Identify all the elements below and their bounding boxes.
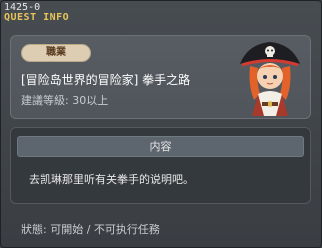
content-header: 内容 [17, 136, 304, 157]
title-bar[interactable]: 1425-0 QUEST INFO [1, 1, 321, 25]
pirate-npc-portrait [240, 42, 300, 116]
quest-info-window: 1425-0 QUEST INFO 職業 [冒险岛世界的冒险家] 拳手之路 建議… [0, 0, 322, 248]
quest-name: [冒险岛世界的冒险家] 拳手之路 [21, 73, 191, 87]
quest-category-badge: 職業 [21, 44, 91, 62]
quest-content-panel: 内容 去凯琳那里听有关拳手的说明吧。 [10, 127, 311, 204]
quest-description: 去凯琳那里听有关拳手的说明吧。 [29, 173, 194, 186]
quest-level-requirement: 建議等級: 30以上 [21, 94, 109, 107]
window-title: QUEST INFO [4, 12, 70, 23]
quest-summary-panel: 職業 [冒险岛世界的冒险家] 拳手之路 建議等級: 30以上 [10, 35, 311, 119]
quest-status: 狀態: 可開始 / 不可执行任務 [21, 223, 160, 236]
